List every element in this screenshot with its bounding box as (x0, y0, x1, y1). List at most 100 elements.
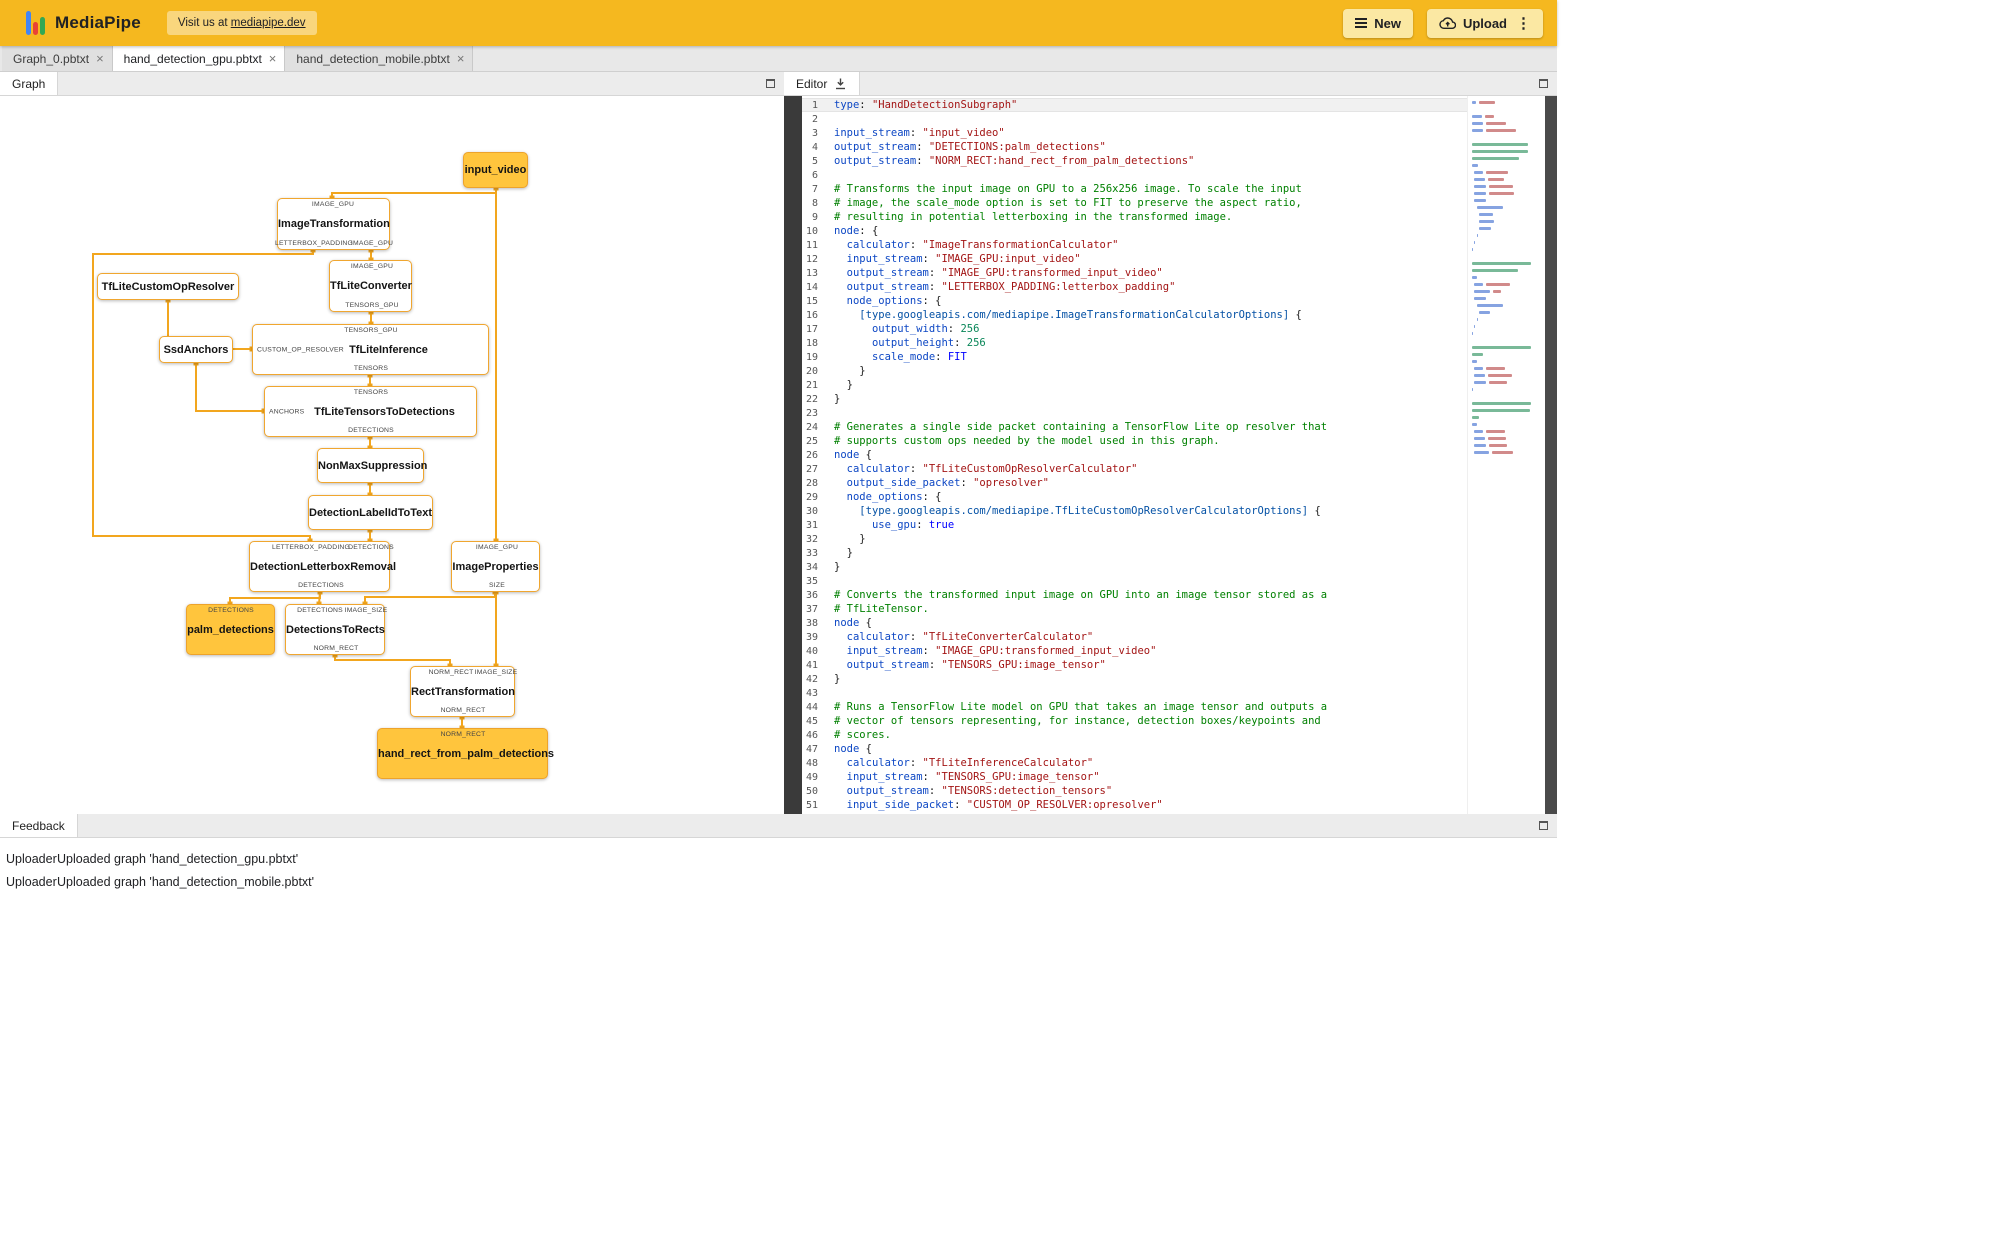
code-text: calculator: "TfLiteInferenceCalculator" (846, 757, 1094, 769)
code-line[interactable]: 33 } (802, 546, 1467, 560)
code-line[interactable]: 25 # supports custom ops needed by the mo… (802, 434, 1467, 448)
expand-editor-panel-icon[interactable] (1539, 79, 1548, 88)
port-label: NORM_RECT (313, 645, 359, 652)
expand-feedback-panel-icon[interactable] (1539, 821, 1548, 830)
graph-node-TfLiteConverter[interactable]: IMAGE_GPU TENSORS_GPU TfLiteConverter (329, 260, 412, 312)
code-line[interactable]: 28 output_side_packet: "opresolver" (802, 476, 1467, 490)
code-line[interactable]: 11 calculator: "ImageTransformationCalcu… (802, 238, 1467, 252)
code-line[interactable]: 24 # Generates a single side packet conta… (802, 420, 1467, 434)
tab-close-icon[interactable]: × (457, 52, 465, 65)
code-line[interactable]: 15 node_options: { (802, 294, 1467, 308)
code-line[interactable]: 45 # vector of tensors representing, for … (802, 714, 1467, 728)
minimap-line (1472, 416, 1482, 419)
code-line[interactable]: 1 type: "HandDetectionSubgraph" (802, 98, 1467, 112)
code-line[interactable]: 3 input_stream: "input_video" (802, 126, 1467, 140)
code-line[interactable]: 17 output_width: 256 (802, 322, 1467, 336)
code-line[interactable]: 50 output_stream: "TENSORS:detection_ten… (802, 784, 1467, 798)
graph-node-TfLiteTensorsToDetections[interactable]: TENSORS DETECTIONS ANCHORS TfLiteTensorsToD… (264, 386, 477, 437)
expand-graph-panel-icon[interactable] (766, 79, 775, 88)
minimap[interactable] (1467, 96, 1545, 814)
port-label: NORM_RECT (440, 707, 486, 714)
code-line[interactable]: 23 (802, 406, 1467, 420)
line-number: 41 (805, 659, 818, 671)
code-line[interactable]: 6 (802, 168, 1467, 182)
graph-node-label: palm_detections (187, 623, 274, 636)
graph-node-label: ImageProperties (452, 560, 539, 573)
code-line[interactable]: 16 [type.googleapis.com/mediapipe.ImageT… (802, 308, 1467, 322)
graph-node-palm_detections[interactable]: DETECTIONS palm_detections (186, 604, 275, 655)
graph-node-SsdAnchors[interactable]: SsdAnchors (159, 336, 233, 363)
code-line[interactable]: 43 (802, 686, 1467, 700)
code-line[interactable]: 4 output_stream: "DETECTIONS:palm_detecti… (802, 140, 1467, 154)
tab-graph[interactable]: Graph (0, 72, 59, 95)
file-tab[interactable]: Graph_0.pbtxt × (2, 46, 113, 71)
line-number: 9 (811, 211, 818, 223)
tab-close-icon[interactable]: × (269, 52, 277, 65)
code-text: } (834, 547, 853, 559)
code-line[interactable]: 39 calculator: "TfLiteConverterCalculato… (802, 630, 1467, 644)
graph-node-ImageProperties[interactable]: IMAGE_GPU SIZE ImageProperties (451, 541, 540, 592)
code-line[interactable]: 8 # image, the scale_mode option is set t… (802, 196, 1467, 210)
code-line[interactable]: 13 output_stream: "IMAGE_GPU:transformed… (802, 266, 1467, 280)
code-text: output_stream: "DETECTIONS:palm_detectio… (834, 141, 1106, 153)
code-line[interactable]: 5 output_stream: "NORM_RECT:hand_rect_fro… (802, 154, 1467, 168)
graph-node-NonMaxSuppression[interactable]: NonMaxSuppression (317, 448, 427, 483)
file-tab[interactable]: hand_detection_gpu.pbtxt × (112, 46, 286, 71)
code-line[interactable]: 40 input_stream: "IMAGE_GPU:transformed_… (802, 644, 1467, 658)
code-line[interactable]: 48 calculator: "TfLiteInferenceCalculato… (802, 756, 1467, 770)
code-line[interactable]: 31 use_gpu: true (802, 518, 1467, 532)
upload-button[interactable]: Upload ⋮ (1426, 8, 1543, 38)
graph-node-TfLiteInference[interactable]: TENSORS_GPU TENSORS CUSTOM_OP_RESOLVER TfLi… (252, 324, 489, 375)
graph-node-TfLiteCustomOpResolver[interactable]: TfLiteCustomOpResolver (97, 273, 239, 300)
code-line[interactable]: 21 } (802, 378, 1467, 392)
graph-canvas[interactable]: input_video IMAGE_GPU LETTERBOX_PADDING IMA… (0, 96, 784, 814)
port-label: IMAGE_GPU (350, 240, 394, 247)
minimap-line (1472, 101, 1498, 104)
graph-node-hand_rect_from_palm_detections[interactable]: NORM_RECT hand_rect_from_palm_detections (377, 728, 554, 779)
code-line[interactable]: 7 # Transforms the input image on GPU to … (802, 182, 1467, 196)
code-line[interactable]: 49 input_stream: "TENSORS_GPU:image_tens… (802, 770, 1467, 784)
code-line[interactable]: 22} (802, 392, 1467, 406)
graph-node-input_video[interactable]: input_video (463, 152, 528, 188)
code-line[interactable]: 27 calculator: "TfLiteCustomOpResolverCa… (802, 462, 1467, 476)
mediapipe-dev-link[interactable]: mediapipe.dev (231, 17, 306, 29)
code-line[interactable]: 18 output_height: 256 (802, 336, 1467, 350)
code-line[interactable]: 10 node: { (802, 224, 1467, 238)
code-line[interactable]: 34} (802, 560, 1467, 574)
code-line[interactable]: 30 [type.googleapis.com/mediapipe.TfLite… (802, 504, 1467, 518)
code-line[interactable]: 32 } (802, 532, 1467, 546)
download-icon[interactable] (834, 77, 847, 90)
code-lines[interactable]: 1 type: "HandDetectionSubgraph" 2 3 input_st… (802, 96, 1467, 814)
code-line[interactable]: 38 node { (802, 616, 1467, 630)
code-line[interactable]: 51 input_side_packet: "CUSTOM_OP_RESOLVE… (802, 798, 1467, 812)
code-line[interactable]: 20 } (802, 364, 1467, 378)
code-line[interactable]: 37 # TfLiteTensor. (802, 602, 1467, 616)
graph-node-DetectionLetterboxRemoval[interactable]: LETTERBOX_PADDING DETECTIONS DETECTIONS Det… (249, 541, 396, 592)
code-line[interactable]: 9 # resulting in potential letterboxing i… (802, 210, 1467, 224)
editor-scrollbar[interactable] (1545, 96, 1557, 814)
graph-node-ImageTransformation[interactable]: IMAGE_GPU LETTERBOX_PADDING IMAGE_GPU Image… (275, 198, 394, 250)
new-button[interactable]: New (1343, 8, 1413, 38)
code-line[interactable]: 14 output_stream: "LETTERBOX_PADDING:let… (802, 280, 1467, 294)
code-line[interactable]: 35 (802, 574, 1467, 588)
app-title: MediaPipe (55, 13, 141, 32)
code-line[interactable]: 46 # scores. (802, 728, 1467, 742)
code-line[interactable]: 12 input_stream: "IMAGE_GPU:input_video" (802, 252, 1467, 266)
tab-feedback[interactable]: Feedback (0, 814, 78, 837)
code-line[interactable]: 2 (802, 112, 1467, 126)
tab-editor[interactable]: Editor (784, 72, 861, 95)
code-line[interactable]: 42} (802, 672, 1467, 686)
code-line[interactable]: 29 node_options: { (802, 490, 1467, 504)
code-line[interactable]: 47 node { (802, 742, 1467, 756)
upload-kebab-icon[interactable]: ⋮ (1516, 14, 1531, 32)
code-line[interactable]: 44 # Runs a TensorFlow Lite model on GPU … (802, 700, 1467, 714)
code-line[interactable]: 36 # Converts the transformed input image… (802, 588, 1467, 602)
graph-node-DetectionLabelIdToText[interactable]: DetectionLabelIdToText (308, 495, 433, 530)
file-tab[interactable]: hand_detection_mobile.pbtxt × (285, 46, 474, 71)
code-line[interactable]: 41 output_stream: "TENSORS_GPU:image_ten… (802, 658, 1467, 672)
graph-node-RectTransformation[interactable]: NORM_RECT IMAGE_SIZE NORM_RECT RectTransfor… (410, 666, 517, 717)
code-line[interactable]: 19 scale_mode: FIT (802, 350, 1467, 364)
tab-close-icon[interactable]: × (96, 52, 104, 65)
graph-node-DetectionsToRects[interactable]: DETECTIONS IMAGE_SIZE NORM_RECT DetectionsT… (285, 604, 387, 655)
code-line[interactable]: 26 node { (802, 448, 1467, 462)
